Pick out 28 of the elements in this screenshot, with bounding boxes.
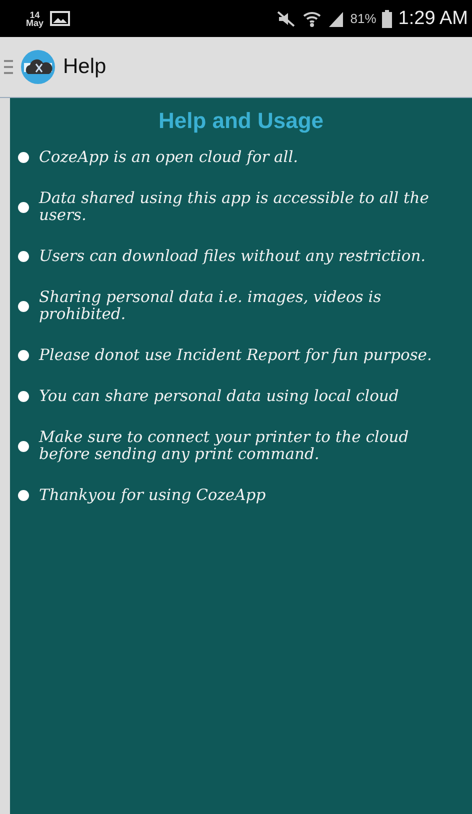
help-text: CozeApp is an open cloud for all. [39, 149, 298, 166]
help-text: You can share personal data using local cloud [39, 388, 399, 405]
bullet-icon [18, 391, 29, 402]
bullet-icon [18, 251, 29, 262]
bullet-icon [18, 350, 29, 361]
help-text: Data shared using this app is accessible to all the users. [39, 190, 430, 224]
date-day: 14 [30, 10, 40, 18]
bullet-icon [18, 152, 29, 163]
bullet-icon [18, 440, 29, 452]
bullet-icon [18, 202, 29, 212]
bullet-icon [18, 300, 29, 312]
clock-time: 1:29 AM [398, 8, 468, 30]
cloud-logo-icon [21, 50, 55, 84]
help-text: Please donot use Incident Report for fun purpose. [39, 347, 432, 364]
menu-icon[interactable] [4, 60, 13, 74]
help-text: Thankyou for using CozeApp [39, 487, 266, 504]
battery-icon [382, 10, 392, 28]
battery-percentage: 81% [350, 11, 376, 26]
date-month: May [26, 18, 44, 26]
section-heading: Help and Usage [157, 108, 325, 134]
help-text: Sharing personal data i.e. images, videos is prohibited. [39, 289, 382, 323]
help-text: Users can download files without any restriction. [39, 248, 426, 265]
help-text: Make sure to connect your printer to the cloud before sending any print command. [39, 429, 410, 463]
mute-icon [276, 10, 296, 28]
signal-icon [328, 10, 344, 28]
image-icon [50, 11, 70, 26]
bullet-icon [18, 490, 29, 501]
screen-title: Help [63, 55, 106, 79]
